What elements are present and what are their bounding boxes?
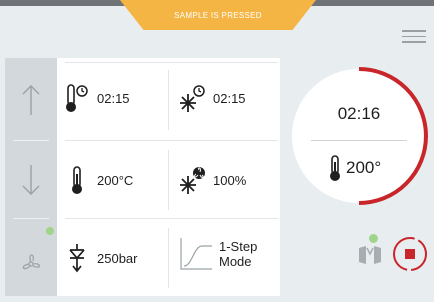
mold-icon <box>359 246 381 264</box>
step-mode-line1: 1-Step <box>219 239 258 254</box>
fan-button[interactable] <box>5 226 57 302</box>
cooling-power-cell[interactable]: 100% <box>173 164 246 196</box>
menu-icon <box>402 30 426 32</box>
scroll-down-button[interactable] <box>5 142 57 218</box>
cooling-power-value: 100% <box>213 172 247 188</box>
stop-icon <box>393 237 427 271</box>
menu-button[interactable] <box>402 30 426 44</box>
preheat-time-value: 02:15 <box>97 90 130 106</box>
mold-status-dot <box>369 234 378 243</box>
fan-icon <box>22 254 40 270</box>
preheat-time-cell[interactable]: 02:15 <box>57 82 130 114</box>
pressure-value: 250bar <box>97 250 138 266</box>
cooling-power-icon <box>173 164 213 196</box>
pressure-icon <box>57 242 97 274</box>
cooling-time-value: 02:15 <box>213 90 246 106</box>
status-banner: SAMPLE IS PRESSED <box>120 0 316 30</box>
stop-button[interactable] <box>390 234 430 274</box>
pressure-cell[interactable]: 250bar <box>57 242 137 274</box>
fan-status-dot <box>46 227 54 235</box>
status-banner-text: SAMPLE IS PRESSED <box>174 10 262 20</box>
thermometer-icon <box>57 164 97 196</box>
thermometer-icon <box>330 155 340 181</box>
current-temperature: 200° <box>327 154 381 182</box>
cooling-time-cell[interactable]: 02:15 <box>173 82 246 114</box>
step-mode-cell[interactable]: 1-Step Mode <box>173 236 257 272</box>
mold-button[interactable] <box>356 240 384 270</box>
parameter-panel: 02:15 02:15 200°C 100% 250bar 1-Step Mod… <box>57 58 280 296</box>
progress-ring <box>292 67 428 205</box>
temperature-cell[interactable]: 200°C <box>57 164 133 196</box>
heating-timer-icon <box>57 82 97 114</box>
arrow-down-icon <box>22 165 40 195</box>
step-mode-line2: Mode <box>219 254 252 269</box>
scroll-up-button[interactable] <box>5 62 57 138</box>
arrow-up-icon <box>22 85 40 115</box>
side-nav <box>5 58 57 296</box>
process-status-dial: 02:16 200° <box>289 66 429 206</box>
elapsed-time: 02:16 <box>337 104 381 123</box>
cooling-timer-icon <box>173 82 213 114</box>
step-mode-value: 1-Step Mode <box>219 239 257 269</box>
temperature-value: 200°C <box>97 172 134 188</box>
current-temperature-value: 200° <box>346 158 382 177</box>
step-mode-icon <box>173 236 219 272</box>
